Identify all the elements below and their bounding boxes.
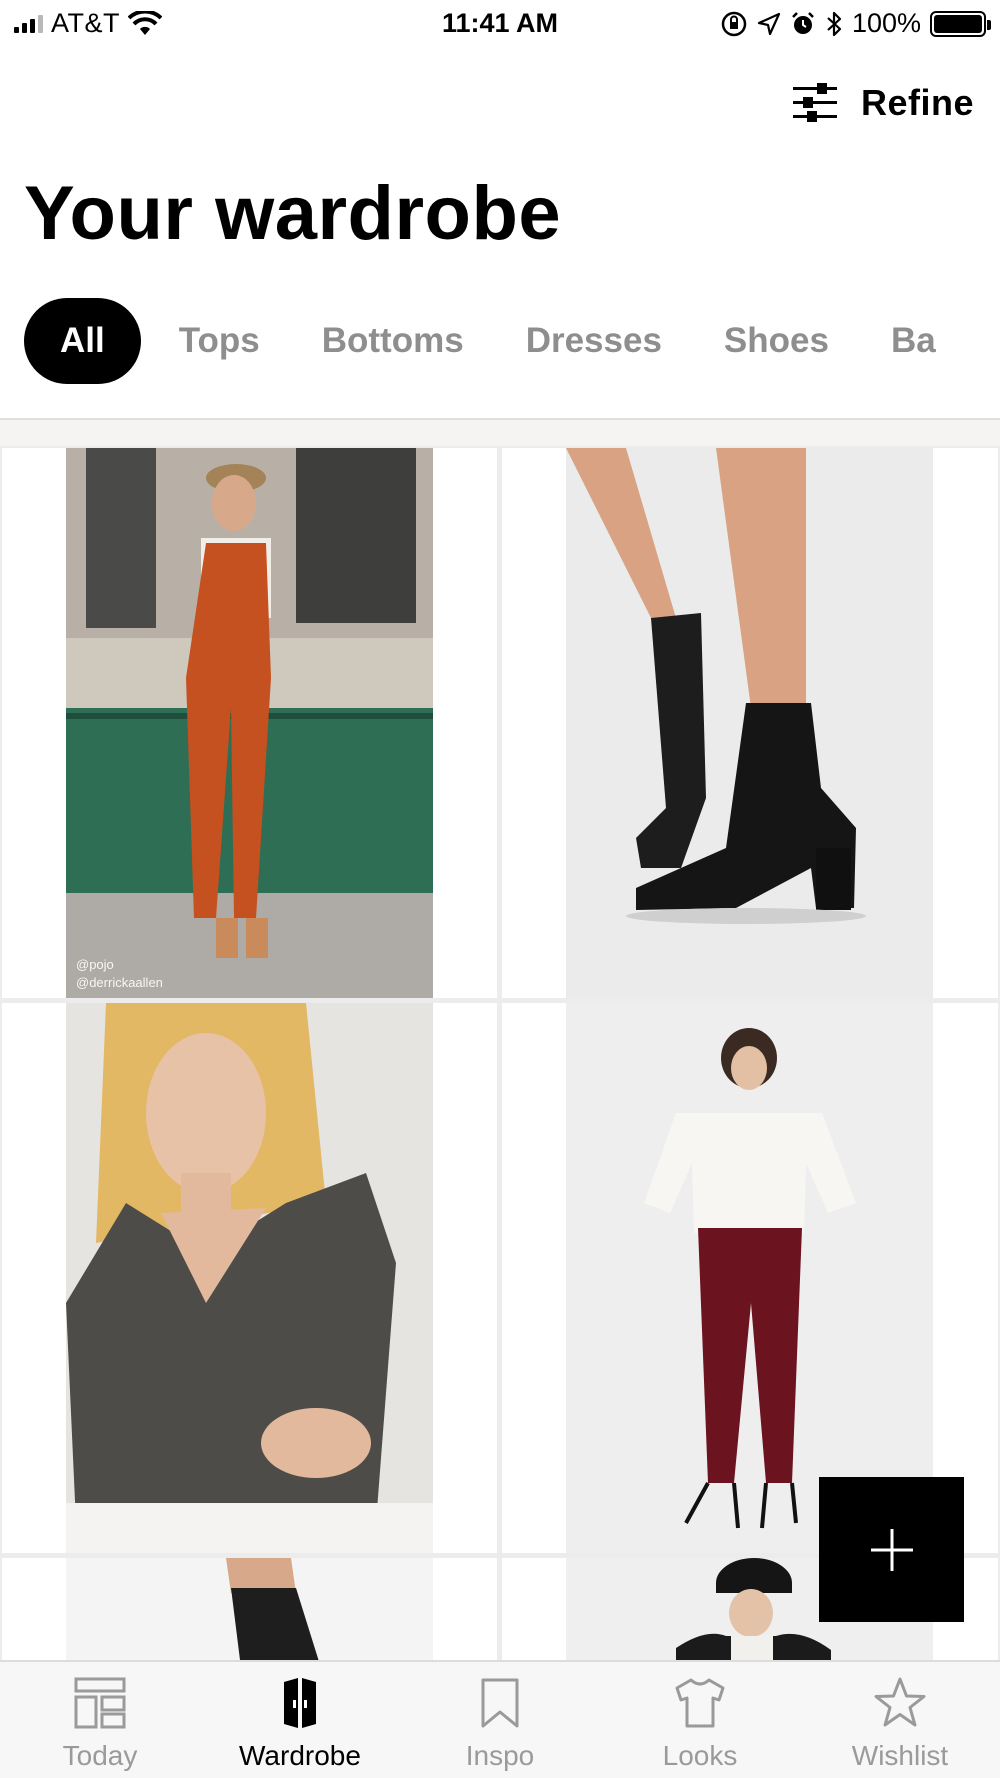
category-chip-bags[interactable]: Ba (891, 298, 936, 384)
category-chip-all[interactable]: All (24, 298, 141, 384)
item-photo: @pojo @derrickaallen (66, 448, 433, 998)
photo-credit-line: @derrickaallen (76, 975, 163, 990)
item-photo (566, 448, 933, 998)
wardrobe-item-burgundy-houndstooth-trousers[interactable] (502, 1003, 998, 1553)
tab-wishlist[interactable]: Wishlist (800, 1662, 1000, 1778)
category-filter-bar: All Tops Bottoms Dresses Shoes Ba (24, 298, 1000, 384)
today-icon (74, 1677, 126, 1729)
battery-icon (930, 10, 991, 37)
photo-credit: @pojo @derrickaallen (76, 956, 163, 992)
tab-label: Looks (662, 1740, 738, 1771)
location-arrow-icon (757, 12, 781, 35)
refine-label: Refine (860, 82, 974, 123)
star-icon (874, 1677, 926, 1727)
orientation-lock-icon (721, 11, 747, 36)
screen: AT&T 11:41 AM 100% Refine Your wardrobe … (0, 0, 1000, 1778)
shirt-icon (675, 1678, 725, 1728)
page-title: Your wardrobe (24, 171, 562, 256)
bluetooth-icon (827, 11, 842, 36)
wardrobe-item-grey-v-neck-sweater[interactable] (2, 1003, 497, 1553)
add-item-button[interactable] (819, 1477, 964, 1622)
category-chip-shoes[interactable]: Shoes (724, 298, 829, 384)
category-chip-dresses[interactable]: Dresses (526, 298, 662, 384)
tab-looks[interactable]: Looks (600, 1662, 800, 1778)
battery-percentage: 100% (851, 8, 921, 38)
tab-wardrobe[interactable]: Wardrobe (200, 1662, 400, 1778)
status-bar-right: 100% (720, 8, 991, 39)
tab-label: Inspo (465, 1740, 535, 1771)
plus-icon (870, 1528, 913, 1571)
tab-inspo[interactable]: Inspo (400, 1662, 600, 1778)
alarm-icon (792, 11, 814, 34)
status-bar: AT&T 11:41 AM 100% (0, 0, 1000, 50)
item-photo (66, 1003, 433, 1553)
filter-sliders-icon (792, 83, 837, 122)
tab-today[interactable]: Today (0, 1662, 200, 1778)
category-chip-bottoms[interactable]: Bottoms (322, 298, 464, 384)
wardrobe-item-black-tights[interactable] (2, 1558, 497, 1660)
tab-label: Wardrobe (239, 1740, 361, 1771)
bookmark-icon (481, 1678, 519, 1728)
item-photo (66, 1558, 433, 1660)
category-chip-tops[interactable]: Tops (179, 298, 260, 384)
tab-bar: Today Wardrobe Inspo Looks Wishlist (0, 1660, 1000, 1778)
wardrobe-item-black-ankle-boots[interactable] (502, 448, 998, 998)
wardrobe-icon (284, 1678, 316, 1728)
grid-top-spacer (0, 420, 1000, 446)
refine-button[interactable]: Refine (792, 82, 974, 124)
tab-label: Wishlist (851, 1740, 949, 1771)
item-photo (566, 1003, 933, 1553)
tab-label: Today (62, 1740, 138, 1771)
photo-credit-line: @pojo (76, 957, 114, 972)
wardrobe-item-orange-jumpsuit[interactable]: @pojo @derrickaallen (2, 448, 497, 998)
